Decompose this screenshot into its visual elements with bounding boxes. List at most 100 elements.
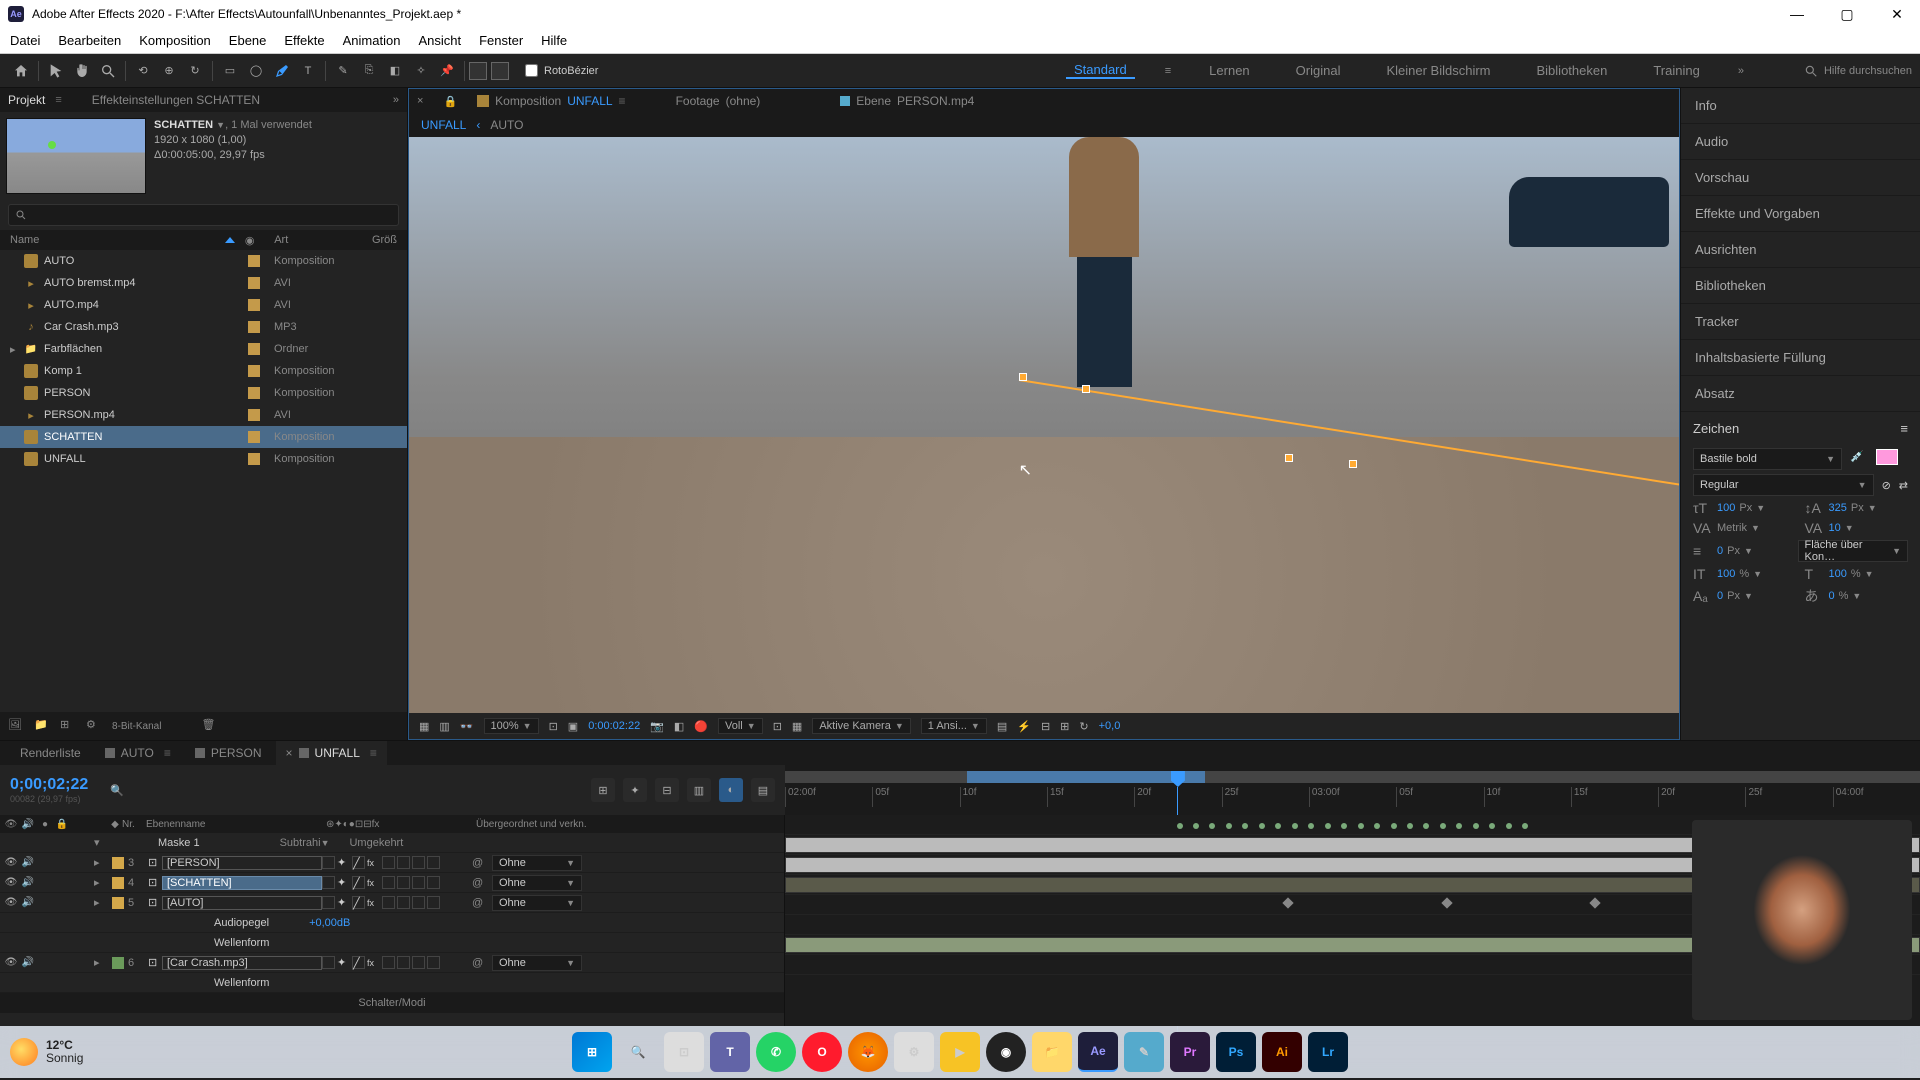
zoom-tool-icon[interactable]	[95, 58, 121, 84]
layer-name[interactable]: [Car Crash.mp3]	[162, 956, 322, 970]
menu-ebene[interactable]: Ebene	[229, 33, 267, 48]
app-icon[interactable]: ⚙	[894, 1032, 934, 1072]
delete-icon[interactable]: 🗑	[201, 718, 217, 734]
char-panel-menu-icon[interactable]: ≡	[1900, 421, 1908, 436]
switch-frame-blend[interactable]	[382, 876, 395, 889]
eraser-tool-icon[interactable]: ◧	[382, 58, 408, 84]
panel-bibliotheken[interactable]: Bibliotheken	[1681, 268, 1920, 304]
switch-adjustment[interactable]	[412, 876, 425, 889]
tsume-value[interactable]: 0	[1829, 590, 1835, 602]
label-swatch[interactable]	[248, 277, 260, 289]
keyframe-dot[interactable]	[1456, 823, 1462, 829]
menu-ansicht[interactable]: Ansicht	[418, 33, 461, 48]
expand-icon[interactable]: ▸	[94, 876, 108, 889]
viewer-lock-icon[interactable]: 🔒	[443, 95, 457, 108]
layer-prop-value[interactable]: +0,00dB	[309, 917, 350, 929]
timeline-ruler[interactable]: 02:00f05f10f15f20f25f03:00f05f10f15f20f2…	[785, 765, 1920, 815]
obs-icon[interactable]: ◉	[986, 1032, 1026, 1072]
project-item[interactable]: PERSON Komposition	[0, 382, 407, 404]
project-item[interactable]: AUTO Komposition	[0, 250, 407, 272]
font-style-dropdown[interactable]: Regular▼	[1693, 474, 1874, 496]
label-swatch[interactable]	[248, 431, 260, 443]
label-color[interactable]	[112, 897, 124, 909]
timeline-icon[interactable]: ⊟	[1041, 720, 1050, 733]
exposure-value[interactable]: +0,0	[1099, 720, 1121, 732]
parent-dropdown[interactable]: Ohne▼	[492, 895, 582, 911]
expand-icon[interactable]: ▾	[94, 836, 108, 849]
task-view-icon[interactable]: ⊡	[664, 1032, 704, 1072]
switch-fx[interactable]: fx	[367, 898, 380, 908]
layer-row[interactable]: 👁 🔊 ▸ 5 ⊡ [AUTO] ✦ ╱ fx @ Ohne▼	[0, 893, 784, 913]
timeline-tab-auto[interactable]: AUTO≡	[95, 741, 181, 765]
comp-mini-flowchart-icon[interactable]: ⊞	[591, 778, 615, 802]
label-swatch[interactable]	[248, 343, 260, 355]
motion-blur-icon[interactable]: ◐	[719, 778, 743, 802]
panel-info[interactable]: Info	[1681, 88, 1920, 124]
keyframe-dot[interactable]	[1275, 823, 1281, 829]
explorer-icon[interactable]: 📁	[1032, 1032, 1072, 1072]
switch-shy[interactable]	[322, 956, 335, 969]
vscale-value[interactable]: 100	[1717, 568, 1735, 580]
search-help-placeholder[interactable]: Hilfe durchsuchen	[1824, 65, 1912, 77]
layer-name[interactable]: [SCHATTEN]	[162, 876, 322, 890]
workspace-kleiner[interactable]: Kleiner Bildschirm	[1378, 63, 1498, 78]
keyframe-dot[interactable]	[1292, 823, 1298, 829]
col-header-size[interactable]: Größ	[372, 234, 397, 246]
minimize-button[interactable]: —	[1782, 6, 1812, 23]
keyframe-dot[interactable]	[1473, 823, 1479, 829]
switch-fx[interactable]: fx	[367, 858, 380, 868]
font-size-value[interactable]: 100	[1717, 502, 1735, 514]
puppet-tool-icon[interactable]: 📌	[434, 58, 460, 84]
eye-col-icon[interactable]: 👁	[4, 819, 18, 830]
app-icon[interactable]: ▶	[940, 1032, 980, 1072]
transparency-grid-icon[interactable]: ▥	[439, 720, 449, 733]
switch-quality[interactable]: ╱	[352, 876, 365, 889]
switch-motion-blur[interactable]	[397, 896, 410, 909]
project-tab[interactable]: Projekt	[8, 93, 45, 107]
parent-dropdown[interactable]: Ohne▼	[492, 855, 582, 871]
viewer-tab-layer[interactable]: Ebene PERSON.mp4	[840, 94, 974, 108]
resolution-icon[interactable]: ⊡	[549, 720, 558, 733]
bit-depth-label[interactable]: 8-Bit-Kanal	[112, 721, 161, 732]
col-header-art[interactable]: Art	[274, 234, 372, 246]
keyframe-dot[interactable]	[1193, 823, 1199, 829]
layer-name[interactable]: [AUTO]	[162, 896, 322, 910]
solo-col-icon[interactable]: ●	[38, 819, 52, 830]
show-snapshot-icon[interactable]: ◧	[674, 720, 684, 733]
viewer-tab-menu-icon[interactable]: ≡	[619, 94, 626, 108]
layer-name[interactable]: [PERSON]	[162, 856, 322, 870]
panel-absatz[interactable]: Absatz	[1681, 376, 1920, 412]
flowchart-icon[interactable]: ⊞	[1060, 720, 1069, 733]
keyframe-dot[interactable]	[1325, 823, 1331, 829]
label-swatch[interactable]	[248, 365, 260, 377]
project-item[interactable]: AUTO.mp4 AVI	[0, 294, 407, 316]
taskbar-search-icon[interactable]: 🔍	[618, 1032, 658, 1072]
keyframe-dot[interactable]	[1308, 823, 1314, 829]
workspace-training[interactable]: Training	[1645, 63, 1707, 78]
project-item[interactable]: Car Crash.mp3 MP3	[0, 316, 407, 338]
workspace-standard[interactable]: Standard	[1066, 62, 1135, 79]
menu-hilfe[interactable]: Hilfe	[541, 33, 567, 48]
panel-tracker[interactable]: Tracker	[1681, 304, 1920, 340]
timeline-search-icon[interactable]: 🔍	[110, 784, 128, 797]
whatsapp-icon[interactable]: ✆	[756, 1032, 796, 1072]
expand-icon[interactable]: ▸	[94, 896, 108, 909]
menu-bearbeiten[interactable]: Bearbeiten	[58, 33, 121, 48]
expand-icon[interactable]: ▸	[94, 956, 108, 969]
mask-vertex[interactable]	[1082, 385, 1090, 393]
switch-frame-blend[interactable]	[382, 856, 395, 869]
keyframe-icon[interactable]	[1442, 897, 1453, 908]
switch-adjustment[interactable]	[412, 956, 425, 969]
stroke-value[interactable]: 0	[1717, 545, 1723, 557]
keyframe-dot[interactable]	[1242, 823, 1248, 829]
leading-value[interactable]: 325	[1829, 502, 1847, 514]
composition-viewport[interactable]	[409, 137, 1679, 713]
viewer-tab-footage[interactable]: Footage (ohne)	[676, 94, 761, 108]
breadcrumb-item-auto[interactable]: AUTO	[490, 118, 523, 132]
mask-name[interactable]: Maske 1	[158, 837, 200, 849]
close-button[interactable]: ✕	[1882, 6, 1912, 23]
eye-toggle[interactable]: 👁	[4, 856, 18, 870]
baseline-value[interactable]: 0	[1717, 590, 1723, 602]
switch-shy[interactable]	[322, 896, 335, 909]
label-swatch[interactable]	[248, 321, 260, 333]
